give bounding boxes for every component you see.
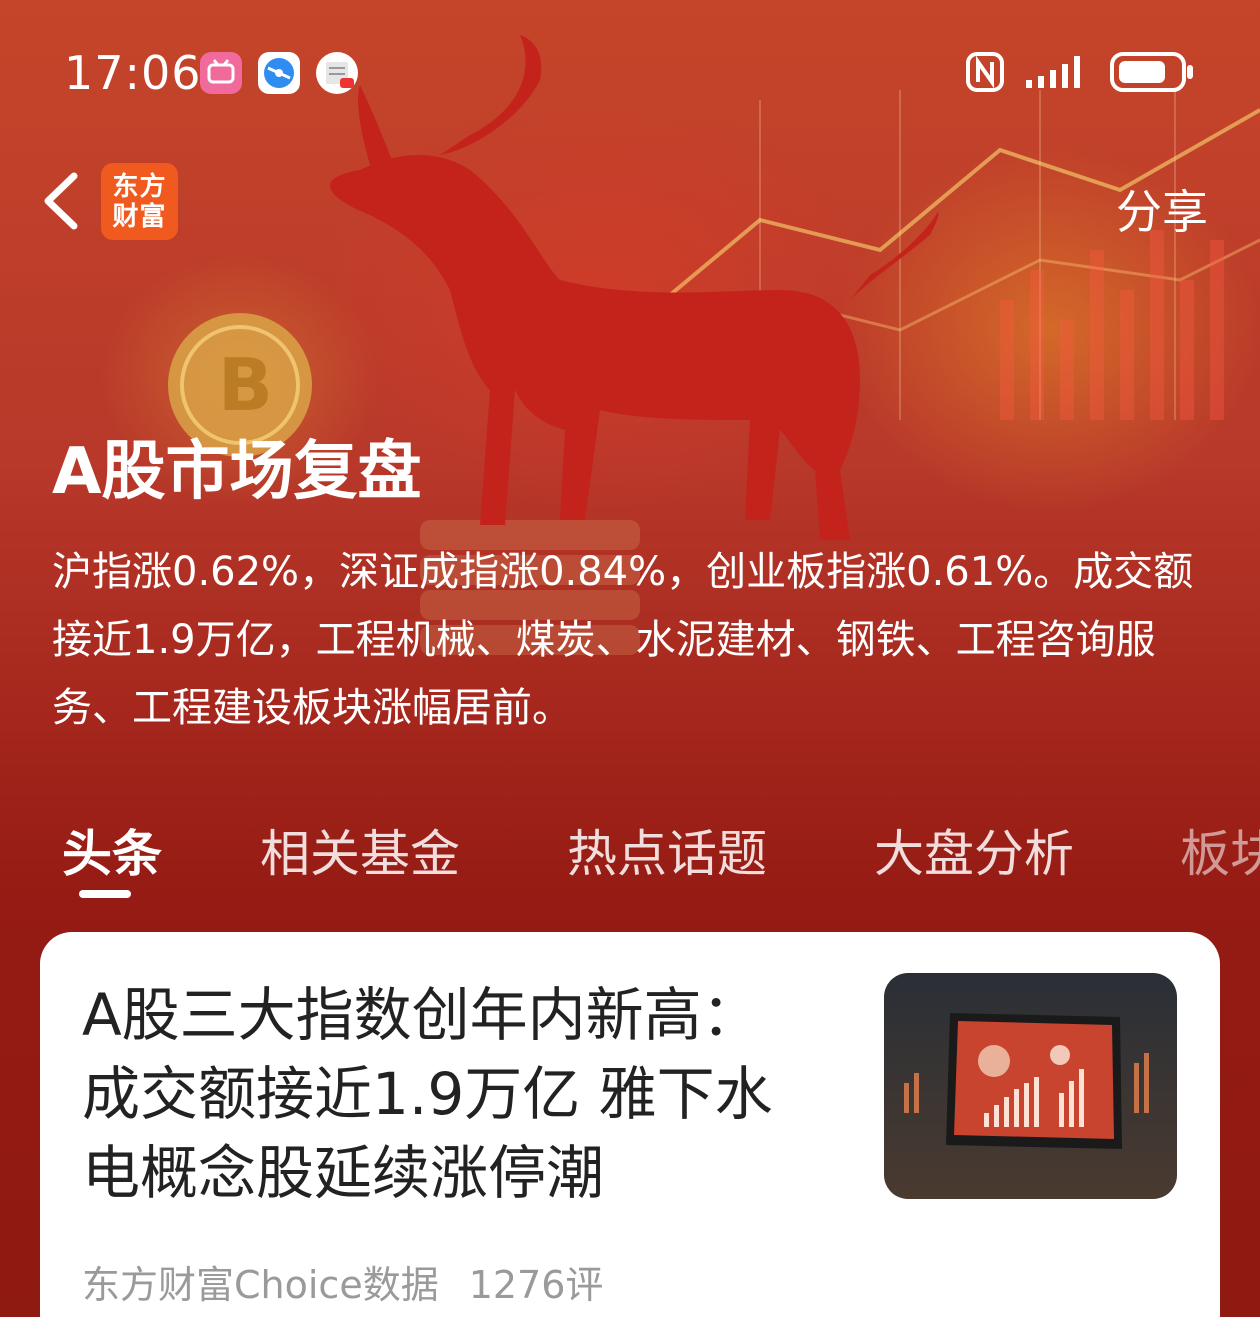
hero-banner: B 17:06 东方 财富 分享 A股市场复盘 沪指涨0.62%，深证成指涨0.… (0, 0, 1260, 1317)
back-button[interactable] (38, 168, 88, 234)
logo-line2: 财富 (112, 201, 167, 232)
status-icons (966, 50, 1194, 94)
article-meta: 东方财富Choice数据 1276评 (82, 1254, 603, 1309)
tab-market-analysis[interactable]: 大盘分析 (874, 814, 1074, 886)
status-time: 17:06 (64, 46, 202, 100)
article-title[interactable]: A股三大指数创年内新高：成交额接近1.9万亿 雅下水电概念股延续涨停潮 (82, 976, 812, 1213)
document-app-icon (316, 52, 358, 94)
browser-icon (258, 52, 300, 94)
tab-headlines[interactable]: 头条 (62, 814, 162, 886)
bilibili-icon (200, 52, 242, 94)
tab-hot-topics[interactable]: 热点话题 (567, 814, 767, 886)
eastmoney-logo: 东方 财富 (101, 163, 178, 240)
market-summary: 沪指涨0.62%，深证成指涨0.84%，创业板指涨0.61%。成交额接近1.9万… (52, 549, 1194, 731)
comment-count[interactable]: 1276评 (469, 1254, 604, 1309)
nfc-icon (966, 52, 1004, 92)
page-title: A股市场复盘 (52, 435, 422, 509)
signal-icon (1026, 56, 1080, 88)
tab-sectors[interactable]: 板块 (1180, 814, 1260, 886)
battery-icon (1110, 52, 1193, 92)
tab-related-funds[interactable]: 相关基金 (260, 814, 460, 886)
article-thumbnail[interactable] (884, 973, 1177, 1199)
article-card[interactable]: A股三大指数创年内新高：成交额接近1.9万亿 雅下水电概念股延续涨停潮 东方财富… (40, 932, 1220, 1317)
active-tab-indicator (79, 890, 131, 898)
tab-bar: 头条 相关基金 热点话题 大盘分析 板块 (0, 808, 1260, 908)
article-source[interactable]: 东方财富Choice数据 (82, 1254, 439, 1309)
logo-line1: 东方 (112, 171, 167, 202)
svg-text:B: B (218, 343, 273, 427)
tablet-chart-image (884, 973, 1177, 1199)
share-button[interactable]: 分享 (1116, 176, 1208, 242)
chevron-left-icon (44, 172, 78, 230)
